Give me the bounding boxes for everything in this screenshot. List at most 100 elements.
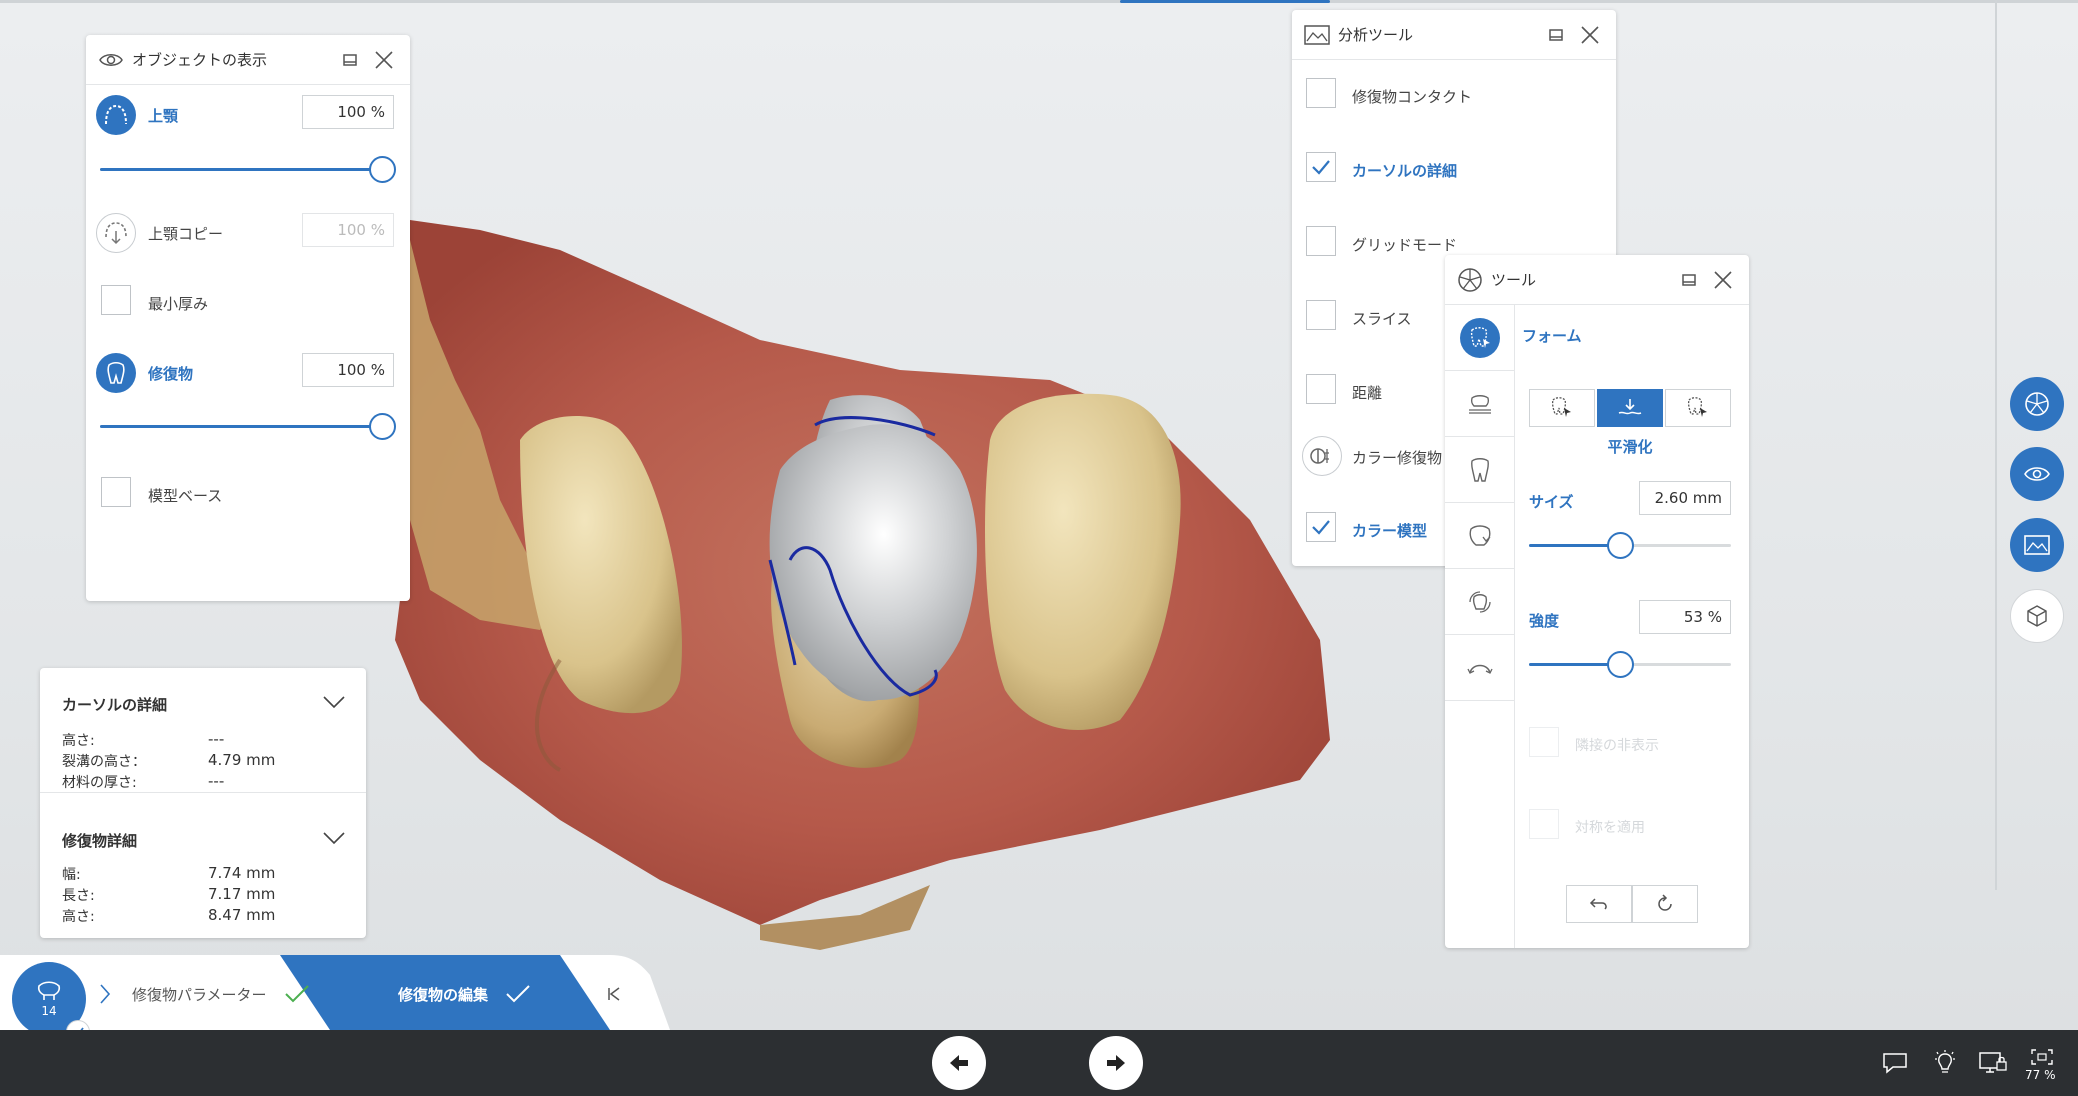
maximize-button[interactable] bbox=[336, 46, 364, 74]
object-display-panel: オブジェクトの表示 上顎 100 % 上顎コピー 100 % 最小厚み 修復物 … bbox=[86, 35, 410, 601]
tool-adjust-button[interactable] bbox=[1445, 371, 1515, 437]
slider-thumb[interactable] bbox=[1606, 532, 1634, 559]
slider-thumb[interactable] bbox=[369, 156, 396, 183]
upper-jaw-icon[interactable] bbox=[96, 95, 136, 135]
restoration-opacity-field[interactable]: 100 % bbox=[302, 353, 394, 387]
workflow-skip-back-button[interactable] bbox=[604, 984, 624, 1004]
workflow-step-parameters[interactable]: 修復物パラメーター bbox=[132, 982, 311, 1006]
strength-field[interactable]: 53 % bbox=[1639, 600, 1731, 634]
size-label: サイズ bbox=[1529, 493, 1574, 511]
back-button[interactable] bbox=[932, 1036, 986, 1090]
analysis-toggle-button[interactable] bbox=[2010, 518, 2064, 572]
bottom-toolbar bbox=[0, 1030, 2078, 1096]
width-value: 7.74 mm bbox=[208, 864, 276, 882]
upper-jaw-copy-label: 上顎コピー bbox=[148, 225, 224, 243]
mode-remove-button[interactable] bbox=[1665, 389, 1731, 427]
tools-icon bbox=[2025, 392, 2049, 416]
slider-thumb[interactable] bbox=[1606, 651, 1634, 678]
upper-jaw-label: 上顎 bbox=[148, 107, 179, 125]
color-model-label: カラー模型 bbox=[1352, 522, 1428, 540]
restoration-contact-checkbox[interactable] bbox=[1306, 78, 1336, 108]
length-key: 長さ: bbox=[62, 888, 95, 904]
fissure-height-value: 4.79 mm bbox=[208, 751, 276, 769]
mode-add-button[interactable] bbox=[1529, 389, 1595, 427]
comment-icon bbox=[1883, 1053, 1907, 1074]
next-button[interactable] bbox=[1089, 1036, 1143, 1090]
details-info-panel: カーソルの詳細 高さ: --- 裂溝の高さ： 4.79 mm 材料の厚さ: --… bbox=[40, 668, 366, 938]
grid-mode-checkbox[interactable] bbox=[1306, 226, 1336, 256]
upper-jaw-copy-icon[interactable] bbox=[96, 213, 136, 253]
form-tooth-cursor-icon bbox=[1460, 317, 1500, 358]
model-base-checkbox[interactable] bbox=[101, 477, 131, 507]
maximize-button[interactable] bbox=[1542, 21, 1570, 49]
grid-mode-label: グリッドモード bbox=[1352, 236, 1458, 254]
tool-contour-button[interactable] bbox=[1445, 503, 1515, 569]
upper-jaw-opacity-slider[interactable] bbox=[100, 156, 396, 184]
restoration-label: 修復物 bbox=[148, 365, 194, 383]
size-field[interactable]: 2.60 mm bbox=[1639, 481, 1731, 515]
maximize-icon bbox=[1682, 273, 1696, 286]
cursor-height-value: --- bbox=[208, 730, 225, 748]
screen-lock-button[interactable] bbox=[1976, 1048, 2010, 1078]
tooth-remove-icon bbox=[1687, 397, 1707, 417]
form-label: フォーム bbox=[1522, 327, 1582, 345]
upper-jaw-opacity-field[interactable]: 100 % bbox=[302, 95, 394, 129]
tool-form-button[interactable] bbox=[1445, 305, 1515, 371]
view-cube-button[interactable] bbox=[2010, 589, 2064, 643]
slider-thumb[interactable] bbox=[369, 413, 396, 440]
cube-icon bbox=[2027, 605, 2047, 627]
checkmark-icon bbox=[1312, 520, 1330, 535]
close-button[interactable] bbox=[370, 46, 398, 74]
slice-checkbox[interactable] bbox=[1306, 300, 1336, 330]
comment-button[interactable] bbox=[1878, 1048, 1912, 1078]
undo-button[interactable] bbox=[1566, 885, 1632, 923]
apply-symmetry-label: 対称を適用 bbox=[1575, 820, 1645, 836]
cursor-details-title: カーソルの詳細 bbox=[62, 696, 168, 714]
analysis-tool-header: 分析ツール bbox=[1292, 10, 1616, 60]
lightbulb-icon bbox=[1935, 1050, 1955, 1073]
color-model-checkbox[interactable] bbox=[1306, 512, 1336, 542]
eye-icon bbox=[98, 47, 124, 73]
restoration-details-collapse-button[interactable] bbox=[320, 826, 348, 850]
material-thickness-value: --- bbox=[208, 772, 225, 790]
strength-label: 強度 bbox=[1529, 612, 1560, 630]
tools-icon bbox=[1457, 267, 1483, 293]
tool-rotate-button[interactable] bbox=[1445, 569, 1515, 635]
hint-button[interactable] bbox=[1928, 1048, 1962, 1078]
zoom-fit-icon[interactable] bbox=[2030, 1048, 2054, 1066]
tools-toggle-button[interactable] bbox=[2010, 377, 2064, 431]
size-slider[interactable] bbox=[1529, 532, 1731, 560]
smooth-icon bbox=[1618, 399, 1642, 415]
distance-checkbox[interactable] bbox=[1306, 374, 1336, 404]
restoration-icon[interactable] bbox=[96, 353, 136, 393]
close-button[interactable] bbox=[1709, 266, 1737, 294]
min-thickness-checkbox[interactable] bbox=[101, 285, 131, 315]
workflow-step-edit[interactable]: 修復物の編集 bbox=[398, 982, 532, 1006]
close-button[interactable] bbox=[1576, 21, 1604, 49]
object-display-toggle-button[interactable] bbox=[2010, 447, 2064, 501]
step-edit-label: 修復物の編集 bbox=[398, 985, 489, 1004]
restoration-opacity-slider[interactable] bbox=[100, 413, 396, 441]
tool-tooth-button[interactable] bbox=[1445, 437, 1515, 503]
maximize-icon bbox=[343, 53, 357, 66]
checkmark-icon bbox=[1312, 160, 1330, 175]
color-restoration-icon[interactable] bbox=[1302, 436, 1342, 476]
tool-panel-header: ツール bbox=[1445, 255, 1749, 305]
hide-adjacent-label: 隣接の非表示 bbox=[1575, 738, 1659, 754]
cursor-details-collapse-button[interactable] bbox=[320, 690, 348, 714]
strength-slider[interactable] bbox=[1529, 651, 1731, 679]
chevron-down-icon bbox=[323, 832, 345, 845]
mode-smooth-button[interactable] bbox=[1597, 389, 1663, 427]
close-icon bbox=[1714, 270, 1732, 289]
cursor-details-checkbox[interactable] bbox=[1306, 152, 1336, 182]
min-thickness-label: 最小厚み bbox=[148, 295, 209, 313]
undo-icon bbox=[1589, 898, 1607, 910]
hide-adjacent-checkbox bbox=[1529, 727, 1559, 757]
reset-button[interactable] bbox=[1632, 885, 1698, 923]
maximize-button[interactable] bbox=[1675, 266, 1703, 294]
material-thickness-key: 材料の厚さ: bbox=[62, 775, 137, 791]
tool-arch-button[interactable] bbox=[1445, 635, 1515, 701]
close-icon bbox=[1581, 25, 1599, 44]
monitor-lock-icon bbox=[1979, 1052, 2007, 1073]
color-restoration-label: カラー修復物 bbox=[1352, 449, 1443, 467]
